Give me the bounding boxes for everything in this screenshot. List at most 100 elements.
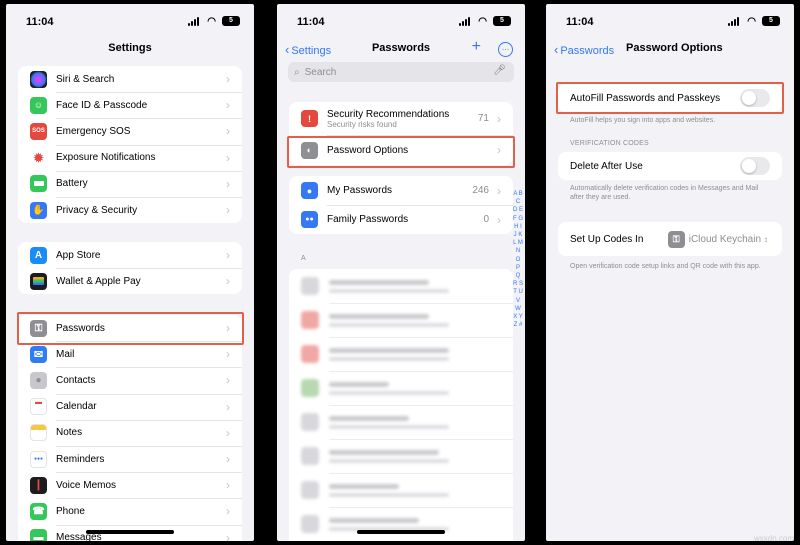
list-item[interactable] — [289, 439, 513, 473]
password-options-row[interactable]: ◐ Password Options › — [289, 135, 513, 165]
add-icon[interactable]: + — [472, 38, 481, 56]
more-options-icon[interactable]: … — [498, 42, 513, 57]
settings-row-label: App Store — [56, 249, 101, 261]
reminders-icon: ●●● — [30, 450, 47, 468]
delete-after-use-toggle[interactable] — [740, 157, 770, 175]
settings-row-label: Privacy & Security — [56, 204, 138, 216]
list-item[interactable] — [289, 473, 513, 507]
chevron-right-icon: › — [497, 143, 501, 157]
status-bar: 11:04 ◠ 5 — [6, 4, 254, 38]
autofill-label: AutoFill Passwords and Passkeys — [570, 92, 721, 104]
password-security-group: ! Security Recommendations Security risk… — [289, 102, 513, 165]
my-passwords-row[interactable]: ● My Passwords 246 › — [289, 176, 513, 205]
settings-row-app-store[interactable]: A App Store › — [18, 242, 242, 268]
phone-icon: ☎ — [30, 502, 47, 520]
keychain-icon: ⚿ — [667, 230, 685, 248]
settings-row-battery[interactable]: Battery › — [18, 170, 242, 197]
settings-screen: 11:04 ◠ 5 Settings Siri & Search › ☺ Face… — [6, 4, 254, 541]
battery-status-icon: 5 — [222, 16, 240, 26]
settings-row-wallet[interactable]: Wallet & Apple Pay › — [18, 268, 242, 294]
chevron-right-icon: › — [226, 124, 230, 139]
page-title: Settings — [108, 42, 152, 54]
app-store-icon: A — [30, 246, 47, 264]
setup-codes-row[interactable]: Set Up Codes In ⚿ iCloud Keychain ↕ — [558, 222, 782, 256]
search-field[interactable]: ⌕ Search 🎤︎ — [288, 62, 514, 82]
chevron-right-icon: › — [226, 504, 230, 519]
settings-row-emergency-sos[interactable]: SOS Emergency SOS › — [18, 118, 242, 144]
settings-row-phone[interactable]: ☎ Phone › — [18, 498, 242, 524]
settings-row-label: Phone — [56, 505, 85, 517]
settings-row-label: Reminders — [56, 453, 105, 465]
setup-codes-value-label: iCloud Keychain — [688, 233, 761, 245]
chevron-right-icon: › — [497, 212, 501, 227]
settings-row-mail[interactable]: ✉ Mail › — [18, 341, 242, 367]
delete-after-use-footnote: Automatically delete verification codes … — [570, 185, 759, 201]
settings-row-label: Contacts — [56, 374, 96, 386]
security-recommendations-subtitle: Security risks found — [327, 119, 397, 129]
family-passwords-row[interactable]: ●● Family Passwords 0 › — [289, 205, 513, 234]
settings-row-exposure[interactable]: ✹ Exposure Notifications › — [18, 144, 242, 171]
up-down-chevron-icon: ↕ — [764, 234, 768, 244]
settings-row-calendar[interactable]: ▬ Calendar › — [18, 393, 242, 420]
autofill-toggle[interactable] — [740, 89, 770, 107]
settings-row-contacts[interactable]: ● Contacts › — [18, 367, 242, 393]
chevron-right-icon: › — [226, 72, 230, 87]
settings-row-face-id[interactable]: ☺ Face ID & Passcode › — [18, 92, 242, 118]
chevron-right-icon: › — [226, 321, 230, 336]
settings-row-notes[interactable]: Notes › — [18, 419, 242, 446]
security-recommendations-row[interactable]: ! Security Recommendations Security risk… — [289, 102, 513, 135]
settings-row-reminders[interactable]: ●●● Reminders › — [18, 445, 242, 472]
settings-row-label: Exposure Notifications — [56, 152, 156, 164]
chevron-left-icon: ‹ — [554, 42, 559, 57]
microphone-icon[interactable]: 🎤︎ — [493, 65, 506, 76]
family-passwords-label: Family Passwords — [327, 214, 409, 225]
battery-status-icon: 5 — [493, 16, 511, 26]
delete-after-use-row: Delete After Use — [558, 152, 782, 180]
back-button[interactable]: ‹ Passwords — [554, 42, 614, 57]
setup-codes-value[interactable]: ⚿ iCloud Keychain ↕ — [667, 230, 768, 248]
list-item[interactable] — [289, 337, 513, 371]
list-item[interactable] — [289, 269, 513, 303]
settings-row-passwords[interactable]: ⚿ Passwords › — [18, 315, 242, 341]
chevron-right-icon: › — [226, 452, 230, 467]
wallet-icon — [30, 272, 47, 290]
list-item[interactable] — [289, 405, 513, 439]
cellular-signal-icon — [728, 17, 740, 26]
voice-memos-icon: ┃ — [30, 476, 47, 494]
chevron-right-icon: › — [226, 425, 230, 440]
settings-row-label: Face ID & Passcode — [56, 99, 148, 111]
siri-icon — [30, 70, 47, 88]
chevron-right-icon: › — [226, 248, 230, 263]
exposure-icon: ✹ — [30, 149, 47, 167]
chevron-right-icon: › — [226, 478, 230, 493]
list-item[interactable] — [289, 303, 513, 337]
chevron-right-icon: › — [226, 530, 230, 541]
settings-group-2: A App Store › Wallet & Apple Pay › — [18, 242, 242, 295]
person-icon: ● — [301, 182, 318, 199]
status-time: 11:04 — [297, 16, 325, 28]
chevron-right-icon: › — [226, 98, 230, 113]
wifi-icon: ◠ — [207, 16, 216, 27]
setup-codes-footnote: Open verification code setup links and Q… — [570, 263, 761, 270]
messages-icon: ▬ — [30, 529, 47, 541]
list-item[interactable] — [289, 371, 513, 405]
section-letter: A — [301, 255, 306, 262]
chevron-right-icon: › — [226, 347, 230, 362]
settings-row-voice-memos[interactable]: ┃ Voice Memos › — [18, 472, 242, 498]
security-count: 71 — [477, 113, 489, 124]
my-passwords-label: My Passwords — [327, 185, 393, 196]
password-lists-group: ● My Passwords 246 › ●● Family Passwords… — [289, 176, 513, 234]
chevron-right-icon: › — [497, 183, 501, 198]
settings-row-privacy[interactable]: ✋ Privacy & Security › — [18, 196, 242, 223]
list-item[interactable] — [289, 507, 513, 541]
alphabet-index[interactable]: A B C D E F G H I J K L M N O P Q R S T … — [513, 190, 523, 329]
settings-group-1: Siri & Search › ☺ Face ID & Passcode › SOS… — [18, 66, 242, 224]
chevron-right-icon: › — [226, 176, 230, 191]
settings-row-siri[interactable]: Siri & Search › — [18, 66, 242, 92]
status-bar: 11:04 ◠ 5 — [277, 4, 525, 38]
settings-group-3: ⚿ Passwords › ✉ Mail › ● Contacts › ▬ Calen… — [18, 315, 242, 541]
page-title: Passwords — [371, 42, 431, 54]
wifi-icon: ◠ — [478, 16, 487, 27]
page-title: Password Options — [626, 42, 723, 54]
people-icon: ●● — [301, 211, 318, 228]
